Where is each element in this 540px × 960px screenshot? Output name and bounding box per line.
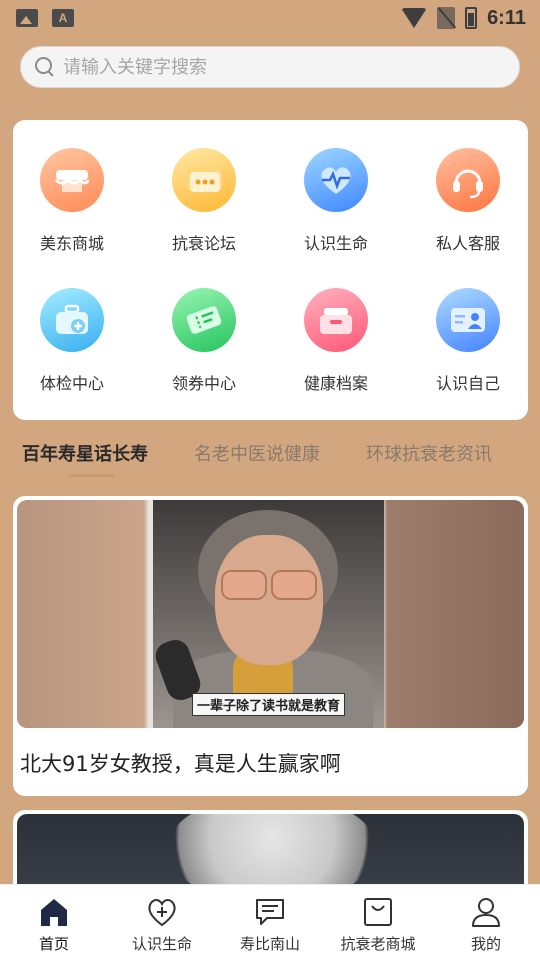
grid-label-coupon: 领券中心 bbox=[171, 374, 236, 393]
no-sim-icon bbox=[437, 7, 456, 29]
wifi-icon bbox=[401, 8, 428, 28]
gallery-notification-icon bbox=[16, 9, 38, 27]
grid-item-archive[interactable]: 健康档案 bbox=[281, 288, 391, 394]
search-icon bbox=[35, 57, 55, 77]
headset-icon bbox=[436, 148, 500, 212]
nav-home[interactable]: 首页 bbox=[0, 895, 108, 954]
article-photo: 一辈子除了读书就是教育 bbox=[153, 500, 384, 728]
search-input[interactable] bbox=[63, 56, 503, 78]
status-bar: A 6:11 bbox=[0, 0, 540, 36]
medical-kit-icon bbox=[40, 288, 104, 352]
grid-label-archive: 健康档案 bbox=[303, 374, 368, 393]
nav-life[interactable]: 认识生命 bbox=[108, 895, 216, 954]
id-card-icon bbox=[436, 288, 500, 352]
font-notification-icon: A bbox=[52, 9, 74, 27]
shop-icon bbox=[40, 148, 104, 212]
grid-label-service: 私人客服 bbox=[435, 234, 500, 253]
nav-longevity[interactable]: 寿比南山 bbox=[216, 895, 324, 954]
coupon-icon bbox=[172, 288, 236, 352]
user-icon bbox=[472, 898, 500, 927]
grid-item-self[interactable]: 认识自己 bbox=[413, 288, 523, 394]
tab-indicator bbox=[68, 474, 114, 477]
nav-home-label: 首页 bbox=[38, 935, 69, 953]
nav-profile[interactable]: 我的 bbox=[432, 895, 540, 954]
forum-icon bbox=[172, 148, 236, 212]
grid-item-forum[interactable]: 抗衰论坛 bbox=[149, 148, 259, 254]
article-title: 北大91岁女教授，真是人生赢家啊 bbox=[20, 752, 341, 776]
grid-item-service[interactable]: 私人客服 bbox=[413, 148, 523, 254]
nav-profile-label: 我的 bbox=[470, 935, 501, 953]
grid-item-checkup[interactable]: 体检中心 bbox=[17, 288, 127, 394]
battery-icon bbox=[465, 7, 478, 29]
tab-antiaging-news[interactable]: 环球抗衰老资讯 bbox=[366, 440, 492, 480]
nav-antiaging-shop[interactable]: 抗衰老商城 bbox=[324, 895, 432, 954]
grid-label-checkup: 体检中心 bbox=[39, 374, 104, 393]
archive-box-icon bbox=[304, 288, 368, 352]
shopping-bag-icon bbox=[364, 898, 392, 926]
nav-longevity-label: 寿比南山 bbox=[239, 935, 300, 953]
bottom-nav: 首页 认识生命 寿比南山 抗衰老商城 我的 bbox=[0, 884, 540, 960]
chat-icon bbox=[256, 899, 284, 925]
article-card[interactable]: 一辈子除了读书就是教育 北大91岁女教授，真是人生赢家啊 bbox=[13, 496, 528, 796]
status-time: 6:11 bbox=[487, 6, 526, 29]
grid-item-coupon[interactable]: 领券中心 bbox=[149, 288, 259, 394]
feature-grid: 美东商城 抗衰论坛 认识生命 私人客服 体检中心 领券中心 健康档案 认识自己 bbox=[13, 120, 528, 420]
heartbeat-icon bbox=[304, 148, 368, 212]
grid-label-life: 认识生命 bbox=[303, 234, 368, 253]
grid-label-shop: 美东商城 bbox=[39, 234, 104, 253]
grid-item-shop[interactable]: 美东商城 bbox=[17, 148, 127, 254]
grid-item-life[interactable]: 认识生命 bbox=[281, 148, 391, 254]
grid-label-self: 认识自己 bbox=[435, 374, 500, 393]
grid-label-forum: 抗衰论坛 bbox=[171, 234, 236, 253]
nav-antiaging-shop-label: 抗衰老商城 bbox=[340, 935, 416, 953]
home-icon bbox=[41, 899, 67, 926]
tab-tcm-health[interactable]: 名老中医说健康 bbox=[194, 440, 320, 480]
category-tabs: 百年寿星话长寿 名老中医说健康 环球抗衰老资讯 bbox=[22, 440, 532, 480]
article-thumbnail: 一辈子除了读书就是教育 bbox=[17, 500, 524, 728]
heart-plus-icon bbox=[148, 899, 176, 927]
status-bar-left: A bbox=[16, 9, 74, 27]
status-bar-right: 6:11 bbox=[401, 7, 526, 30]
video-caption: 一辈子除了读书就是教育 bbox=[191, 692, 345, 716]
search-bar[interactable] bbox=[20, 46, 520, 88]
nav-life-label: 认识生命 bbox=[131, 935, 192, 953]
